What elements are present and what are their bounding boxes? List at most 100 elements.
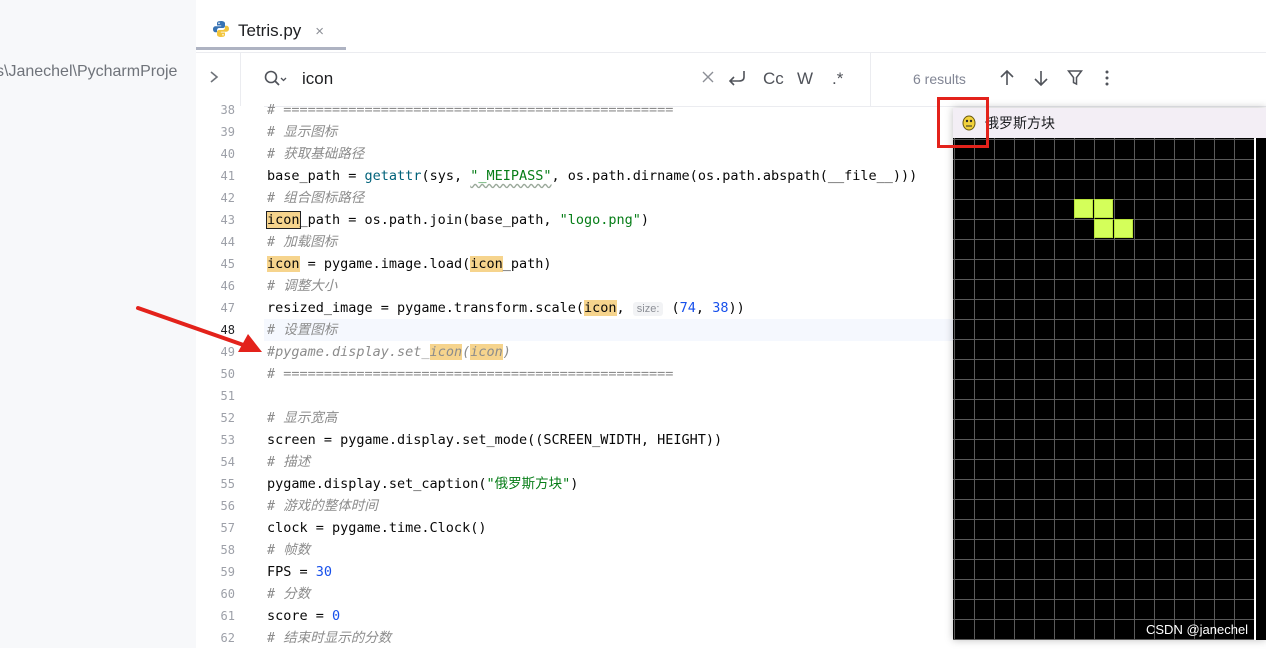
tetromino-block xyxy=(1074,199,1093,218)
string-literal: "logo.png" xyxy=(559,212,641,228)
commented-code: ( xyxy=(462,344,471,360)
comment: # 帧数 xyxy=(267,542,311,558)
line-number: 51 xyxy=(220,389,235,403)
filter-icon[interactable] xyxy=(1066,69,1084,92)
search-match: icon xyxy=(470,256,503,272)
line-number: 41 xyxy=(220,169,235,183)
comment: # ======================================… xyxy=(267,102,674,118)
code-text: clock = pygame.time.Clock() xyxy=(267,520,487,536)
previous-occurrence-icon[interactable] xyxy=(999,69,1015,92)
tab-close-icon[interactable]: × xyxy=(315,23,324,40)
line-number: 40 xyxy=(220,147,235,161)
more-options-icon[interactable] xyxy=(1104,69,1110,92)
code-line-58: # 帧数 xyxy=(267,539,310,561)
code-line-41: base_path = getattr(sys, "_MEIPASS", os.… xyxy=(267,165,917,187)
next-occurrence-icon[interactable] xyxy=(1033,69,1049,92)
search-match: icon xyxy=(583,300,617,316)
code-line-62: # 结束时显示的分数 xyxy=(267,627,391,649)
code-line-59: FPS = 30 xyxy=(267,561,332,583)
comment: # 获取基础路径 xyxy=(267,146,365,162)
code-line-38: # ======================================… xyxy=(267,99,673,121)
line-number: 56 xyxy=(220,499,235,513)
builtin-function: getattr xyxy=(364,168,422,184)
annotation-highlight-box xyxy=(937,97,989,148)
line-number: 55 xyxy=(220,477,235,491)
whole-words-button[interactable]: W xyxy=(797,69,813,89)
clear-search-icon[interactable] xyxy=(701,69,715,90)
game-window[interactable]: 俄罗斯方块 xyxy=(953,108,1266,640)
line-number: 60 xyxy=(220,587,235,601)
code-text: , os.path.dirname(os.path.abspath(__file… xyxy=(551,168,918,184)
code-text: )) xyxy=(728,300,745,316)
code-text: score = xyxy=(267,608,333,624)
code-text: ) xyxy=(640,212,650,228)
commented-code: #pygame.display.set_ xyxy=(267,344,430,360)
code-line-39: # 显示图标 xyxy=(267,121,337,143)
line-number: 58 xyxy=(220,543,235,557)
code-text: (sys, xyxy=(421,168,471,184)
line-number: 39 xyxy=(220,125,235,139)
search-input[interactable] xyxy=(302,67,602,91)
line-number: 42 xyxy=(220,191,235,205)
code-line-56: # 游戏的整体时间 xyxy=(267,495,378,517)
results-count: 6 results xyxy=(913,71,966,87)
line-number: 54 xyxy=(220,455,235,469)
active-tab-indicator xyxy=(196,47,346,50)
annotation-arrow-icon xyxy=(136,306,262,352)
match-case-button[interactable]: Cc xyxy=(763,69,784,89)
line-number: 53 xyxy=(220,433,235,447)
number-literal: 0 xyxy=(332,608,341,624)
code-text: FPS = xyxy=(267,564,316,580)
multiline-icon[interactable] xyxy=(726,69,748,92)
editor-tabbar: Tetris.py × xyxy=(196,0,1266,53)
comment: # ======================================… xyxy=(267,366,674,382)
comment: # 显示图标 xyxy=(267,124,338,140)
parameter-hint: size: xyxy=(632,302,664,316)
code-line-54: # 描述 xyxy=(267,451,310,473)
string-literal: "_MEIPASS" xyxy=(470,168,552,184)
comment: # 调整大小 xyxy=(267,278,338,294)
line-number: 44 xyxy=(220,235,235,249)
line-number: 46 xyxy=(220,279,235,293)
tetris-board xyxy=(953,138,1254,640)
line-number: 62 xyxy=(220,631,235,645)
search-match-current: icon xyxy=(266,211,301,229)
code-line-42: # 组合图标路径 xyxy=(267,187,364,209)
line-number-gutter: 38 39 40 41 42 43 44 45 46 47 48 49 50 5… xyxy=(196,103,264,648)
number-literal: 74 xyxy=(679,300,696,316)
code-line-61: score = 0 xyxy=(267,605,340,627)
code-line-55: pygame.display.set_caption("俄罗斯方块") xyxy=(267,473,578,495)
code-line-46: # 调整大小 xyxy=(267,275,337,297)
tab-tetris-py[interactable]: Tetris.py × xyxy=(210,10,326,52)
code-line-47: resized_image = pygame.transform.scale(i… xyxy=(267,297,745,319)
code-text: = pygame.image.load( xyxy=(299,256,471,272)
search-history-icon[interactable] xyxy=(263,69,289,94)
tab-label: Tetris.py xyxy=(238,21,302,40)
game-window-title: 俄罗斯方块 xyxy=(985,115,1055,131)
divider xyxy=(240,53,241,106)
code-line-60: # 分数 xyxy=(267,583,310,605)
search-match: icon xyxy=(470,344,503,360)
code-text: resized_image = pygame.transform.scale( xyxy=(267,300,584,316)
game-window-titlebar[interactable]: 俄罗斯方块 xyxy=(953,108,1266,138)
board-right-edge xyxy=(1254,138,1266,640)
code-line-40: # 获取基础路径 xyxy=(267,143,364,165)
number-literal: 38 xyxy=(712,300,729,316)
regex-button[interactable]: .* xyxy=(832,69,843,89)
divider xyxy=(870,53,871,106)
search-match: icon xyxy=(429,344,463,360)
code-text: , xyxy=(695,300,713,316)
code-line-49: #pygame.display.set_icon(icon) xyxy=(267,341,511,363)
code-text: _path = os.path.join(base_path, xyxy=(299,212,560,228)
code-text: ( xyxy=(663,300,680,316)
code-line-52: # 显示宽高 xyxy=(267,407,337,429)
search-match: icon xyxy=(267,256,300,272)
project-path: s\Janechel\PycharmProje xyxy=(0,63,178,80)
comment: # 设置图标 xyxy=(267,322,338,338)
string-literal: "俄罗斯方块" xyxy=(486,476,571,492)
line-number: 52 xyxy=(220,411,235,425)
expand-replace-chevron-icon[interactable] xyxy=(208,67,228,91)
code-text: base_path = xyxy=(267,168,365,184)
code-line-50: # ======================================… xyxy=(267,363,673,385)
comment: # 结束时显示的分数 xyxy=(267,630,392,646)
